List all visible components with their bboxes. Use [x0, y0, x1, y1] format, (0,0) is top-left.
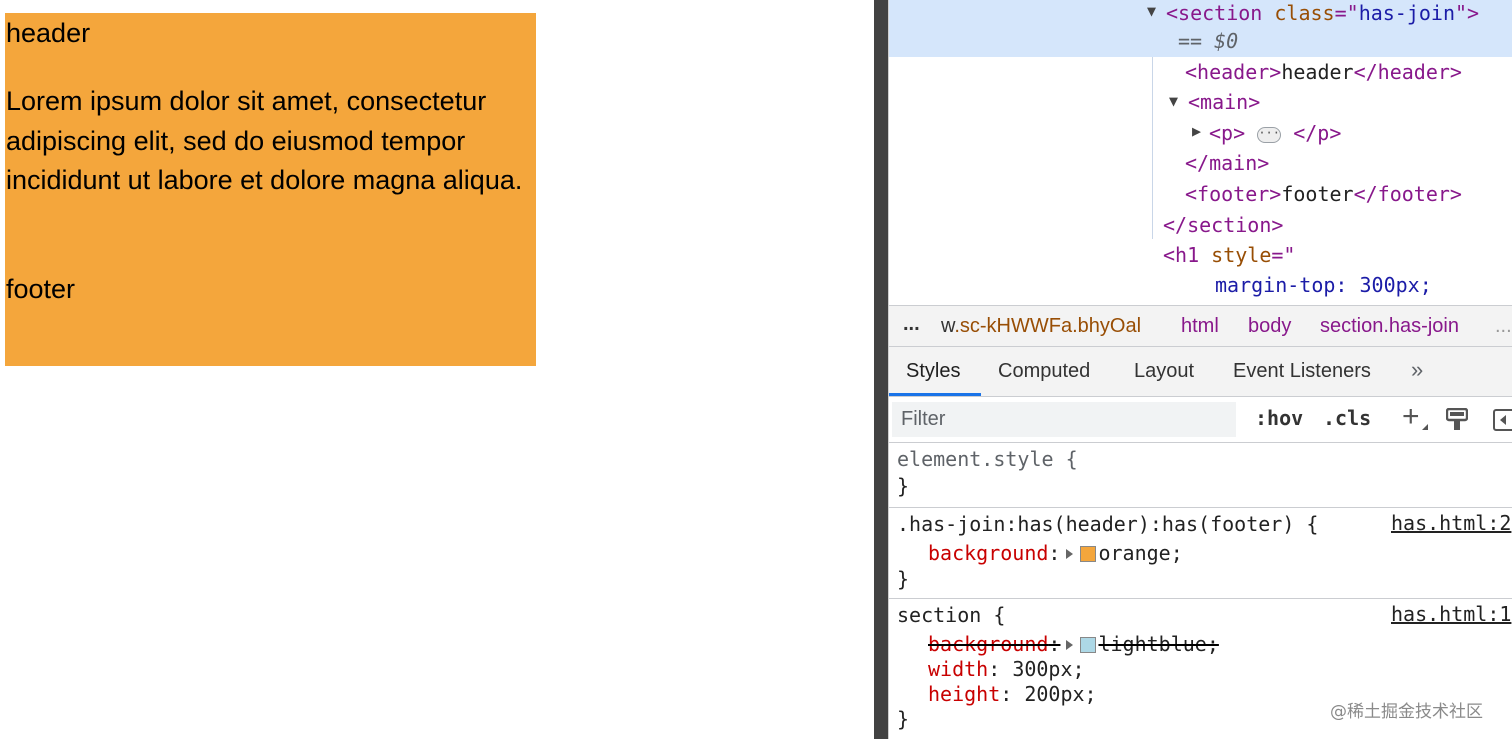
breadcrumb-ancestor-classes: .sc-kHWWFa.bhyOal [954, 315, 1142, 337]
breadcrumb-overflow[interactable]: ... [1495, 315, 1512, 338]
breadcrumb-ancestor-prefix: w [941, 315, 955, 337]
new-style-rule-icon[interactable]: + [1402, 400, 1420, 434]
collapse-triangle-icon[interactable]: ▶ [1192, 122, 1201, 140]
dom-node-footer[interactable]: <footer>footer</footer> [1185, 181, 1462, 211]
watermark: @稀土掘金技术社区 [1330, 702, 1483, 722]
dom-node-section[interactable]: <section class="has-join"> [1166, 0, 1479, 30]
dom-node-main[interactable]: <main> [1188, 89, 1260, 119]
tabs-overflow-icon[interactable]: » [1411, 357, 1423, 383]
tab-styles[interactable]: Styles [906, 360, 960, 383]
expand-triangle-icon[interactable]: ▼ [1147, 2, 1156, 20]
sidebar-tabs: Styles Computed Layout Event Listeners » [889, 347, 1512, 397]
new-style-rule-menu-icon[interactable] [1422, 424, 1428, 430]
rule-has-join: .has-join:has(header):has(footer) { has.… [889, 508, 1512, 599]
dom-node-section-close[interactable]: </section> [1163, 212, 1283, 242]
rule-close-brace: } [897, 474, 910, 498]
color-swatch-icon[interactable] [1080, 637, 1097, 653]
breadcrumb-item-body[interactable]: body [1248, 315, 1291, 338]
main-close-tag: </main> [1185, 151, 1270, 175]
expand-shorthand-icon[interactable] [1066, 549, 1074, 559]
property-value: 300px; [1012, 657, 1085, 681]
p-open-tag: <p> [1209, 121, 1246, 145]
devtools-resize-handle[interactable] [874, 0, 889, 739]
footer-close-tag: </footer> [1353, 182, 1462, 206]
declaration-height[interactable]: height: 200px; [928, 681, 1097, 707]
selected-marker: == $0 [1178, 29, 1239, 53]
breadcrumb-item-ancestor[interactable]: w.sc-kHWWFa.bhyOal [941, 315, 1141, 338]
footer-text: footer [1281, 182, 1354, 206]
h1-open-tag: <h1 [1163, 243, 1200, 267]
rule-element-style: element.style { } [889, 443, 1512, 508]
rule-selector[interactable]: section { [897, 602, 1005, 628]
toggle-sidebar-icon[interactable] [1493, 408, 1512, 437]
declaration-background-overridden[interactable]: background: lightblue; [928, 631, 1219, 657]
styles-toolbar: :hov .cls + [889, 397, 1512, 443]
main-open-tag: <main> [1188, 90, 1261, 114]
style-rules: element.style { } .has-join:has(header):… [889, 443, 1512, 739]
header-text: header [1281, 60, 1354, 84]
section-close-tag: </section> [1163, 213, 1284, 237]
section-attr-name: class [1274, 1, 1335, 25]
dom-node-p[interactable]: <p> ··· </p> [1209, 120, 1341, 150]
color-swatch-icon[interactable] [1080, 546, 1097, 562]
tab-layout[interactable]: Layout [1134, 360, 1194, 383]
section-paragraph: Lorem ipsum dolor sit amet, consectetur … [6, 86, 523, 195]
expand-shorthand-icon[interactable] [1066, 640, 1074, 650]
property-value: orange; [1098, 541, 1183, 565]
section-header-text: header [6, 18, 91, 48]
header-open-tag: <header> [1185, 60, 1282, 84]
property-value: lightblue; [1098, 632, 1219, 656]
cls-toggle[interactable]: .cls [1323, 406, 1371, 430]
rule-source-link[interactable]: has.html:1 [1391, 602, 1511, 626]
breadcrumb-item-html[interactable]: html [1181, 315, 1219, 338]
hov-toggle[interactable]: :hov [1255, 406, 1303, 430]
indent-guide [1152, 57, 1153, 239]
breadcrumb-item-section[interactable]: section.has-join [1320, 315, 1459, 338]
dom-node-header[interactable]: <header>header</header> [1185, 59, 1462, 89]
tab-computed[interactable]: Computed [998, 360, 1090, 383]
dom-node-h1[interactable]: <h1 style=" [1163, 242, 1295, 272]
has-join-section: header Lorem ipsum dolor sit amet, conse… [5, 13, 536, 366]
styles-filter-input[interactable] [892, 402, 1236, 437]
rule-selector[interactable]: .has-join:has(header):has(footer) { [897, 511, 1318, 537]
ellipsis-icon[interactable]: ··· [1257, 126, 1282, 143]
section-attr-value: has-join [1358, 1, 1456, 25]
declaration-background[interactable]: background: orange; [928, 540, 1183, 566]
tab-event-listeners[interactable]: Event Listeners [1233, 360, 1371, 383]
property-name: background [928, 632, 1049, 656]
property-value: 200px; [1024, 682, 1097, 706]
devtools-panel: ▼ <section class="has-join"> == $0 <head… [889, 0, 1512, 739]
header-close-tag: </header> [1353, 60, 1462, 84]
elements-tree: ▼ <section class="has-join"> == $0 <head… [889, 0, 1512, 305]
h1-attr-name: style [1211, 243, 1272, 267]
footer-open-tag: <footer> [1185, 182, 1282, 206]
declaration-width[interactable]: width: 300px; [928, 656, 1085, 682]
active-tab-indicator [889, 393, 981, 396]
section-attr-eq: =" [1334, 1, 1359, 25]
expand-triangle-icon[interactable]: ▼ [1169, 92, 1178, 110]
breadcrumb: ... w.sc-kHWWFa.bhyOal html body section… [889, 305, 1512, 347]
section-footer-text: footer [6, 274, 76, 304]
breadcrumb-more-button[interactable]: ... [903, 313, 920, 336]
rule-selector[interactable]: element.style { [897, 446, 1078, 472]
section-attr-close: "> [1455, 1, 1480, 25]
h1-attr-eq: =" [1271, 243, 1296, 267]
property-name: background [928, 541, 1049, 565]
page-preview: header Lorem ipsum dolor sit amet, conse… [0, 0, 874, 739]
rule-source-link[interactable]: has.html:2 [1391, 511, 1511, 535]
paint-brush-icon[interactable] [1445, 407, 1469, 437]
section-tag: <section [1166, 1, 1263, 25]
rule-close-brace: } [897, 567, 910, 591]
rule-close-brace: } [897, 707, 910, 731]
dom-node-main-close[interactable]: </main> [1185, 150, 1269, 180]
p-close-tag: </p> [1293, 121, 1342, 145]
h1-style-value: margin-top: 300px; [1215, 273, 1432, 297]
property-name: height [928, 682, 1001, 706]
property-name: width [928, 657, 989, 681]
